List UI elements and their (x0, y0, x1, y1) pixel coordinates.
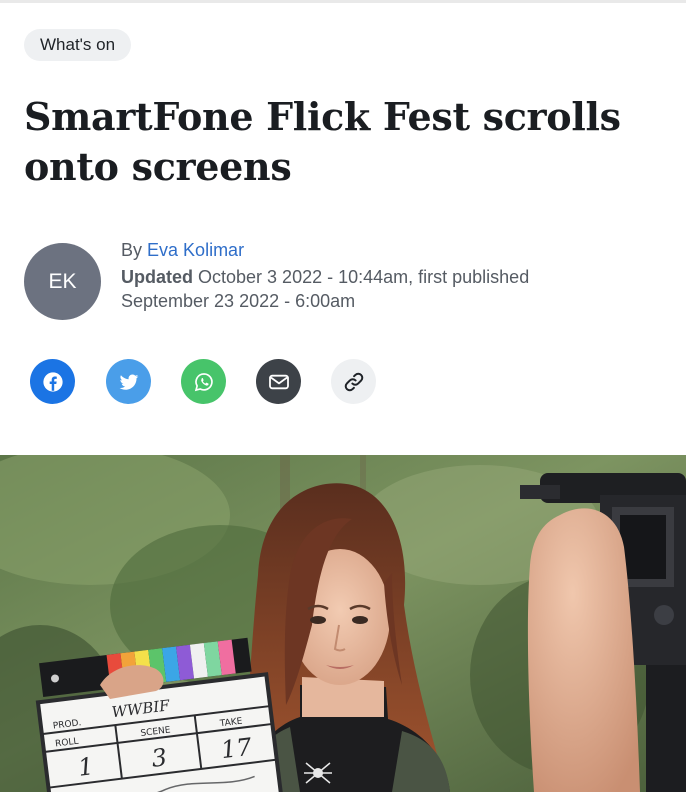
author-name-link[interactable]: Eva Kolimar (147, 240, 244, 260)
film-set-photo: PROD. WWBIF ROLL SCENE TAKE 1 3 17 (0, 455, 686, 792)
twitter-icon (119, 374, 138, 390)
share-facebook-button[interactable] (30, 359, 75, 404)
article-byline: By Eva Kolimar Updated October 3 2022 - … (121, 238, 661, 313)
mail-icon (268, 374, 289, 389)
article-page: What's on SmartFone Flick Fest scrolls o… (0, 0, 686, 792)
facebook-icon (42, 371, 63, 392)
published-date: September 23 2022 - 6:00am (121, 291, 356, 311)
share-whatsapp-button[interactable] (181, 359, 226, 404)
updated-date: October 3 2022 - 10:44am, first publishe… (198, 267, 530, 287)
updated-line: Updated October 3 2022 - 10:44am, first … (121, 265, 661, 289)
clapperboard: PROD. WWBIF ROLL SCENE TAKE 1 3 17 (35, 637, 285, 792)
copy-link-button[interactable] (331, 359, 376, 404)
category-tag[interactable]: What's on (24, 29, 132, 61)
share-twitter-button[interactable] (106, 359, 151, 404)
updated-label: Updated (121, 267, 193, 287)
author-line: By Eva Kolimar (121, 238, 661, 262)
slate-take-value: 17 (219, 733, 253, 765)
hero-photo: PROD. WWBIF ROLL SCENE TAKE 1 3 17 (0, 455, 686, 792)
whatsapp-icon (194, 372, 213, 391)
by-prefix: By (121, 240, 143, 260)
article-headline: SmartFone Flick Fest scrolls onto screen… (24, 94, 621, 189)
top-divider (0, 0, 686, 3)
share-email-button[interactable] (256, 359, 301, 404)
link-icon (344, 372, 363, 391)
author-avatar[interactable]: EK (24, 243, 101, 320)
